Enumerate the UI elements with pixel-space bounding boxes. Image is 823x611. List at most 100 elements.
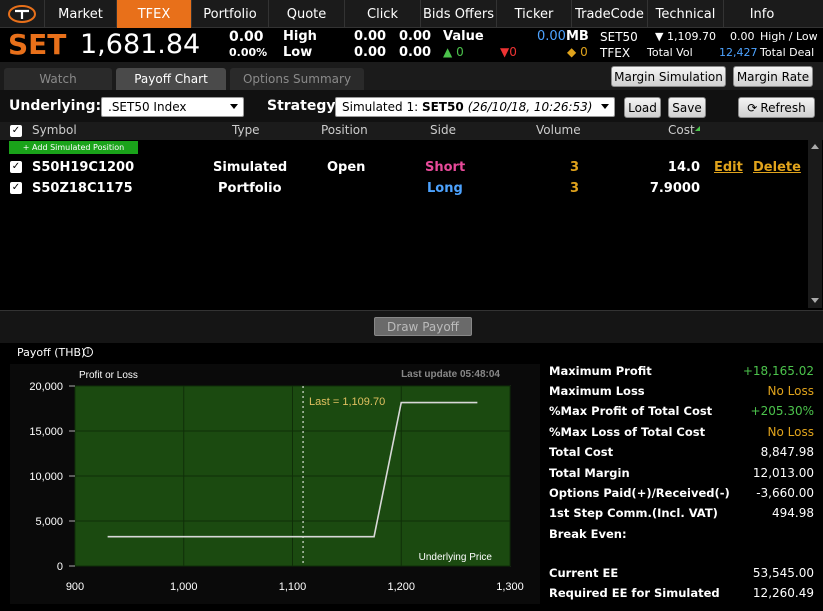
add-simulated-position-button[interactable]: + Add Simulated Position (9, 141, 138, 154)
app-logo (0, 0, 44, 28)
load-button[interactable]: Load (624, 97, 661, 118)
down-count-value: 0 (509, 45, 517, 59)
underlying-value: .SET50 Index (108, 100, 187, 114)
row-checkbox[interactable]: ✓ (10, 161, 22, 173)
stat-value: No Loss (767, 384, 814, 398)
set50-value: ▼ 1,109.70 (655, 30, 716, 43)
y-tick-label: 0 (57, 561, 63, 573)
nav-tab-ticker[interactable]: Ticker (496, 0, 571, 28)
nav-tab-tradecode[interactable]: TradeCode (571, 0, 647, 28)
payoff-chart: 0 5,000 10,000 15,000 20,000 900 1,000 1,100 1,2… (10, 364, 540, 604)
tfex-label: TFEX (600, 46, 631, 60)
x-tick-label: 1,000 (170, 581, 198, 593)
stat-label: Maximum Loss (549, 384, 645, 398)
margin-rate-button[interactable]: Margin Rate (733, 66, 813, 87)
sub-tabs: Watch Payoff Chart Options Summary Margi… (0, 62, 823, 90)
row-symbol: S50H19C1200 (32, 160, 135, 175)
payoff-header: Payoff (THB) i (0, 343, 823, 363)
row-side: Long (427, 181, 463, 196)
refresh-button[interactable]: ⟳ Refresh (738, 97, 815, 118)
nav-tab-portfolio[interactable]: Portfolio (191, 0, 268, 28)
stat-label: %Max Profit of Total Cost (549, 404, 713, 418)
col-symbol: Symbol (32, 123, 77, 137)
chevron-down-icon (601, 104, 609, 109)
scroll-down-icon[interactable] (811, 298, 819, 303)
y-tick-label: 5,000 (35, 516, 63, 528)
high-label: High (283, 29, 317, 44)
nav-tab-market[interactable]: Market (44, 0, 116, 28)
up-count-value: 0 (456, 45, 464, 59)
draw-payoff-bar: Draw Payoff (0, 310, 823, 343)
strategy-label: Strategy: (267, 98, 342, 114)
low-value-1: 0.00 (354, 45, 387, 60)
strategy-prefix: Simulated 1: (342, 100, 422, 114)
stat-label: Maximum Profit (549, 364, 652, 378)
nav-tab-info[interactable]: Info (723, 0, 800, 28)
nav-tab-technical[interactable]: Technical (647, 0, 723, 28)
value-unit: MB (566, 29, 589, 44)
margin-simulation-button[interactable]: Margin Simulation (611, 66, 726, 87)
row-cost: 14.0 (667, 160, 700, 175)
strategy-select[interactable]: Simulated 1: SET50 (26/10/18, 10:26:53) (335, 97, 615, 117)
select-all-checkbox[interactable]: ✓ (10, 125, 22, 137)
tab-options-summary[interactable]: Options Summary (230, 68, 364, 90)
low-label: Low (283, 45, 313, 60)
save-button[interactable]: Save (668, 97, 706, 118)
stat-label: %Max Loss of Total Cost (549, 425, 706, 439)
top-nav: Market TFEX Portfolio Quote Click Bids O… (0, 0, 823, 28)
grid-header: ✓ Symbol Type Position Side Volume Cost (0, 122, 823, 140)
col-position: Position (321, 123, 368, 137)
strategy-controls: Underlying: .SET50 Index Strategy: Simul… (0, 90, 823, 122)
logo-icon (8, 5, 36, 23)
info-icon[interactable]: i (83, 347, 93, 357)
index-change-pct: 0.00% (229, 46, 268, 59)
nav-tab-quote[interactable]: Quote (268, 0, 344, 28)
last-price-label: Last = 1,109.70 (309, 396, 385, 408)
stat-label: Options Paid(+)/Received(-) (549, 486, 730, 500)
down-arrow-icon: ▼ (500, 45, 510, 59)
scroll-up-icon[interactable] (811, 144, 819, 149)
stat-label: Total Margin (549, 466, 630, 480)
stat-value: 53,545.00 (752, 566, 814, 580)
row-volume: 3 (570, 181, 580, 196)
set50-change: 0.00 (730, 30, 755, 43)
col-side: Side (430, 123, 456, 137)
index-name: SET (8, 28, 67, 61)
underlying-select[interactable]: .SET50 Index (101, 97, 244, 117)
last-update: Last update 05:48:04 (401, 369, 500, 380)
set50-value-text: 1,109.70 (666, 30, 716, 43)
high-value-2: 0.00 (399, 29, 432, 44)
row-type: Simulated (213, 160, 288, 175)
unch-count-value: 0 (580, 45, 588, 59)
index-change: 0.00 (229, 29, 264, 45)
strategy-time: (26/10/18, 10:26:53) (467, 100, 593, 114)
col-volume: Volume (536, 123, 581, 137)
col-type: Type (232, 123, 260, 137)
y-tick-label: 15,000 (29, 426, 63, 438)
high-low-label: High / Low (760, 30, 818, 43)
stat-label: Current EE (549, 566, 619, 580)
strategy-name: SET50 (421, 100, 464, 114)
unchanged-icon: ◆ (567, 45, 577, 59)
nav-tab-bids-offers[interactable]: Bids Offers (420, 0, 496, 28)
x-tick-label: 900 (66, 581, 84, 593)
tab-watch[interactable]: Watch (4, 68, 112, 90)
nav-tab-tfex[interactable]: TFEX (116, 0, 191, 28)
row-checkbox[interactable]: ✓ (10, 182, 22, 194)
market-ticker: SET 1,681.84 0.00 0.00% High Low 0.00 0.… (0, 28, 823, 62)
stat-value: -3,660.00 (756, 486, 814, 500)
x-axis-label: Underlying Price (419, 552, 493, 563)
y-tick-label: 20,000 (29, 381, 63, 393)
tab-payoff-chart[interactable]: Payoff Chart (116, 68, 226, 90)
edit-link[interactable]: Edit (714, 160, 743, 175)
draw-payoff-button[interactable]: Draw Payoff (374, 317, 472, 336)
stat-value: 8,847.98 (760, 445, 814, 459)
delete-link[interactable]: Delete (753, 160, 801, 175)
nav-tab-click[interactable]: Click (344, 0, 420, 28)
total-vol: 12,427 (719, 46, 758, 59)
grid-scrollbar[interactable] (808, 140, 822, 308)
up-count: ▲ 0 (443, 45, 464, 59)
payoff-chart-svg: 0 5,000 10,000 15,000 20,000 900 1,000 1,100 1,2… (29, 369, 523, 593)
row-symbol: S50Z18C1175 (32, 181, 133, 196)
value-amount: 0.00 (537, 29, 566, 44)
